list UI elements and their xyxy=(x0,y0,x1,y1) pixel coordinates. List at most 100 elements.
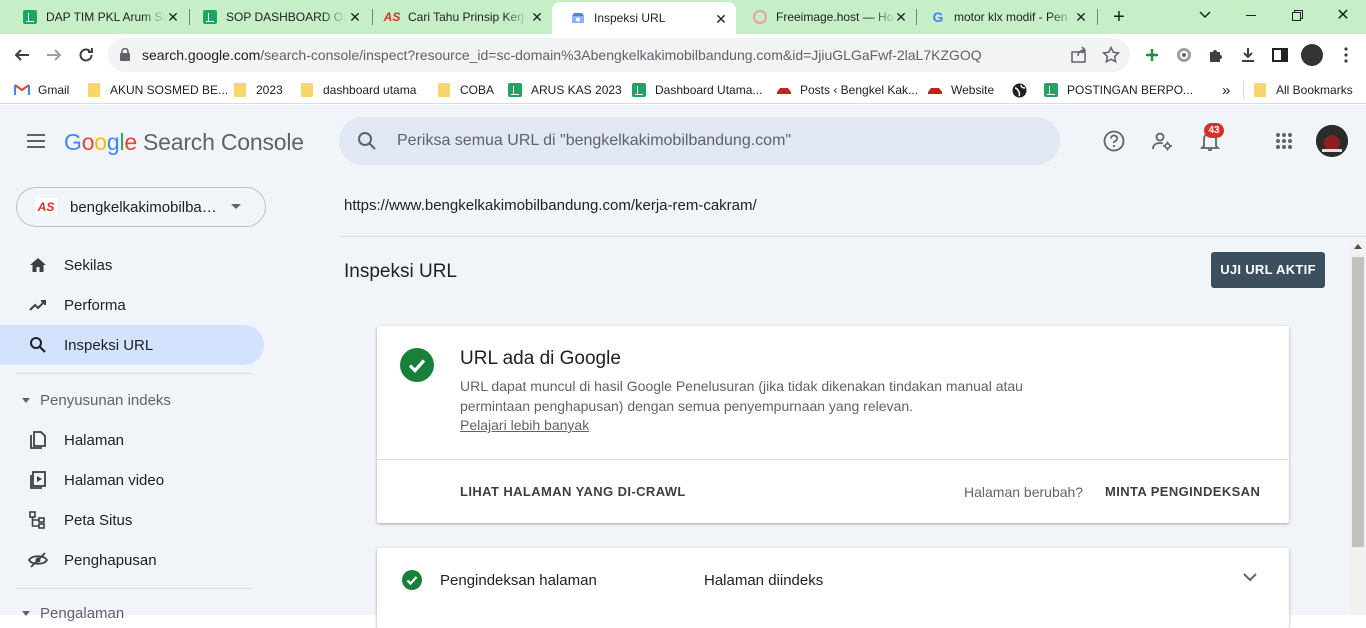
sidebar-item-pages[interactable]: Halaman xyxy=(0,420,264,460)
vertical-scrollbar[interactable] xyxy=(1350,241,1366,615)
account-avatar[interactable] xyxy=(1316,125,1348,157)
close-window-button[interactable]: ✕ xyxy=(1320,0,1366,30)
search-console-app: GoogleSearch Console 43 AS bengkelkakimo… xyxy=(0,105,1366,628)
property-badge: AS xyxy=(35,198,57,216)
notification-badge: 43 xyxy=(1204,123,1224,138)
apps-grid-icon[interactable] xyxy=(1272,129,1296,153)
tab-dap-tim-pkl[interactable]: DAP TIM PKL Arum Sa ✕ xyxy=(4,0,188,34)
all-bookmarks-button[interactable]: All Bookmarks xyxy=(1252,81,1353,99)
minimize-button[interactable] xyxy=(1228,0,1274,30)
folder-icon xyxy=(86,82,102,98)
close-icon[interactable]: ✕ xyxy=(1074,10,1088,24)
sheets-icon xyxy=(22,9,38,25)
download-icon[interactable] xyxy=(1239,46,1257,64)
tab-search-button[interactable] xyxy=(1182,0,1228,30)
menu-icon[interactable] xyxy=(24,129,48,153)
back-button[interactable] xyxy=(9,42,35,68)
sidebar-item-removals[interactable]: Penghapusan xyxy=(0,540,264,580)
folder-icon xyxy=(1252,82,1268,98)
browser-tabstrip: DAP TIM PKL Arum Sa ✕ SOP DASHBOARD OP ✕… xyxy=(0,0,1366,34)
page-indexing-row[interactable]: Pengindeksan halaman Halaman diindeks xyxy=(377,548,1289,628)
divider xyxy=(16,373,252,374)
bookmark-dashboard-utama-sheet[interactable]: Dashboard Utama... xyxy=(631,81,762,99)
close-icon[interactable]: ✕ xyxy=(348,10,362,24)
bookmark-postingan[interactable]: POSTINGAN BERPO... xyxy=(1043,81,1193,99)
arrow-drop-down-icon xyxy=(22,398,30,403)
reload-button[interactable] xyxy=(73,42,99,68)
freeimage-icon xyxy=(752,9,768,25)
pages-icon xyxy=(28,430,48,450)
close-icon[interactable]: ✕ xyxy=(530,10,544,24)
tab-inspeksi-url[interactable]: Inspeksi URL ✕ xyxy=(552,2,736,34)
view-crawled-page-button[interactable]: LIHAT HALAMAN YANG DI-CRAWL xyxy=(460,484,686,499)
bookmark-akun-sosmed[interactable]: AKUN SOSMED BE... xyxy=(86,81,228,99)
tab-sop-dashboard[interactable]: SOP DASHBOARD OP ✕ xyxy=(184,0,370,34)
close-icon[interactable]: ✕ xyxy=(894,10,908,24)
tab-title: SOP DASHBOARD OP xyxy=(226,10,346,24)
bookmark-star-icon[interactable] xyxy=(1102,46,1120,64)
removal-icon xyxy=(28,550,48,570)
browser-toolbar: search.google.com/search-console/inspect… xyxy=(0,34,1366,76)
search-console-logo[interactable]: Google Search Console xyxy=(64,129,304,156)
bookmark-2023[interactable]: 2023 xyxy=(232,81,283,99)
bookmark-website[interactable]: Website xyxy=(927,81,994,99)
tab-cari-tahu[interactable]: AS Cari Tahu Prinsip Kerj ✕ xyxy=(366,0,552,34)
folder-icon xyxy=(232,82,248,98)
request-indexing-button[interactable]: MINTA PENGINDEKSAN xyxy=(1105,484,1260,499)
indexing-status: Halaman diindeks xyxy=(704,572,824,589)
test-live-url-button[interactable]: UJI URL AKTIF xyxy=(1211,252,1325,288)
sheets-icon xyxy=(507,82,523,98)
extension-gear-icon[interactable] xyxy=(1175,46,1193,64)
scroll-up-arrow-icon[interactable] xyxy=(1354,244,1362,249)
bookmark-gmail[interactable]: Gmail xyxy=(14,81,69,99)
bookmark-globe[interactable] xyxy=(1011,81,1035,99)
restore-button[interactable] xyxy=(1274,0,1320,30)
tab-freeimage[interactable]: Freeimage.host — Ho ✕ xyxy=(734,0,916,34)
extension-plus-icon[interactable] xyxy=(1143,46,1161,64)
sheets-icon xyxy=(631,82,647,98)
google-icon: G xyxy=(932,9,944,25)
property-selector[interactable]: AS bengkelkakimobilbandung.com xyxy=(16,187,266,227)
forward-button[interactable] xyxy=(41,42,67,68)
google-wordmark: Google xyxy=(64,129,137,155)
arrow-left-icon xyxy=(14,49,29,61)
bookmark-posts-bengkel[interactable]: Posts ‹ Bengkel Kak... xyxy=(776,81,918,99)
more-vert-icon[interactable] xyxy=(1337,46,1355,64)
tab-motor-klx[interactable]: G motor klx modif - Pen ✕ xyxy=(912,0,1096,34)
bookmarks-overflow-button[interactable]: » xyxy=(1222,81,1230,99)
bookmark-coba[interactable]: COBA xyxy=(436,81,494,99)
section-experience[interactable]: Pengalaman xyxy=(22,605,124,622)
profile-avatar-icon[interactable] xyxy=(1301,44,1323,66)
bookmark-arus-kas[interactable]: ARUS KAS 2023 xyxy=(507,81,622,99)
close-icon[interactable]: ✕ xyxy=(166,10,180,24)
as-logo-icon: AS xyxy=(383,10,401,24)
sidebar-item-performance[interactable]: Performa xyxy=(0,285,264,325)
sidebar-item-overview[interactable]: Sekilas xyxy=(0,245,264,285)
sidebar-item-video-pages[interactable]: Halaman video xyxy=(0,460,264,500)
address-bar[interactable]: search.google.com/search-console/inspect… xyxy=(108,38,1130,72)
search-input[interactable] xyxy=(397,129,1037,153)
new-tab-button[interactable]: + xyxy=(1108,6,1130,28)
extensions-puzzle-icon[interactable] xyxy=(1207,46,1225,64)
reload-icon xyxy=(79,48,93,62)
folder-icon xyxy=(299,82,315,98)
learn-more-link[interactable]: Pelajari lebih banyak xyxy=(460,417,589,433)
sidebar-item-url-inspection[interactable]: Inspeksi URL xyxy=(0,325,264,365)
section-indexing[interactable]: Penyusunan indeks xyxy=(22,392,171,409)
share-icon[interactable] xyxy=(1070,46,1088,64)
help-icon[interactable] xyxy=(1102,129,1126,153)
status-title: URL ada di Google xyxy=(460,348,621,369)
car-icon xyxy=(776,82,792,98)
close-icon[interactable]: ✕ xyxy=(714,12,728,26)
tab-title: motor klx modif - Pen xyxy=(954,10,1068,24)
search-icon xyxy=(357,131,377,151)
trending-up-icon xyxy=(28,295,48,315)
side-panel-icon[interactable] xyxy=(1271,46,1289,64)
chevron-down-icon xyxy=(1199,11,1211,19)
tab-title: Inspeksi URL xyxy=(594,11,666,25)
sidebar-item-sitemaps[interactable]: Peta Situs xyxy=(0,500,264,540)
manage-users-icon[interactable] xyxy=(1150,129,1174,153)
scrollbar-thumb[interactable] xyxy=(1352,257,1364,547)
bookmark-dashboard-utama[interactable]: dashboard utama xyxy=(299,81,416,99)
chevron-down-icon[interactable] xyxy=(1243,573,1257,582)
